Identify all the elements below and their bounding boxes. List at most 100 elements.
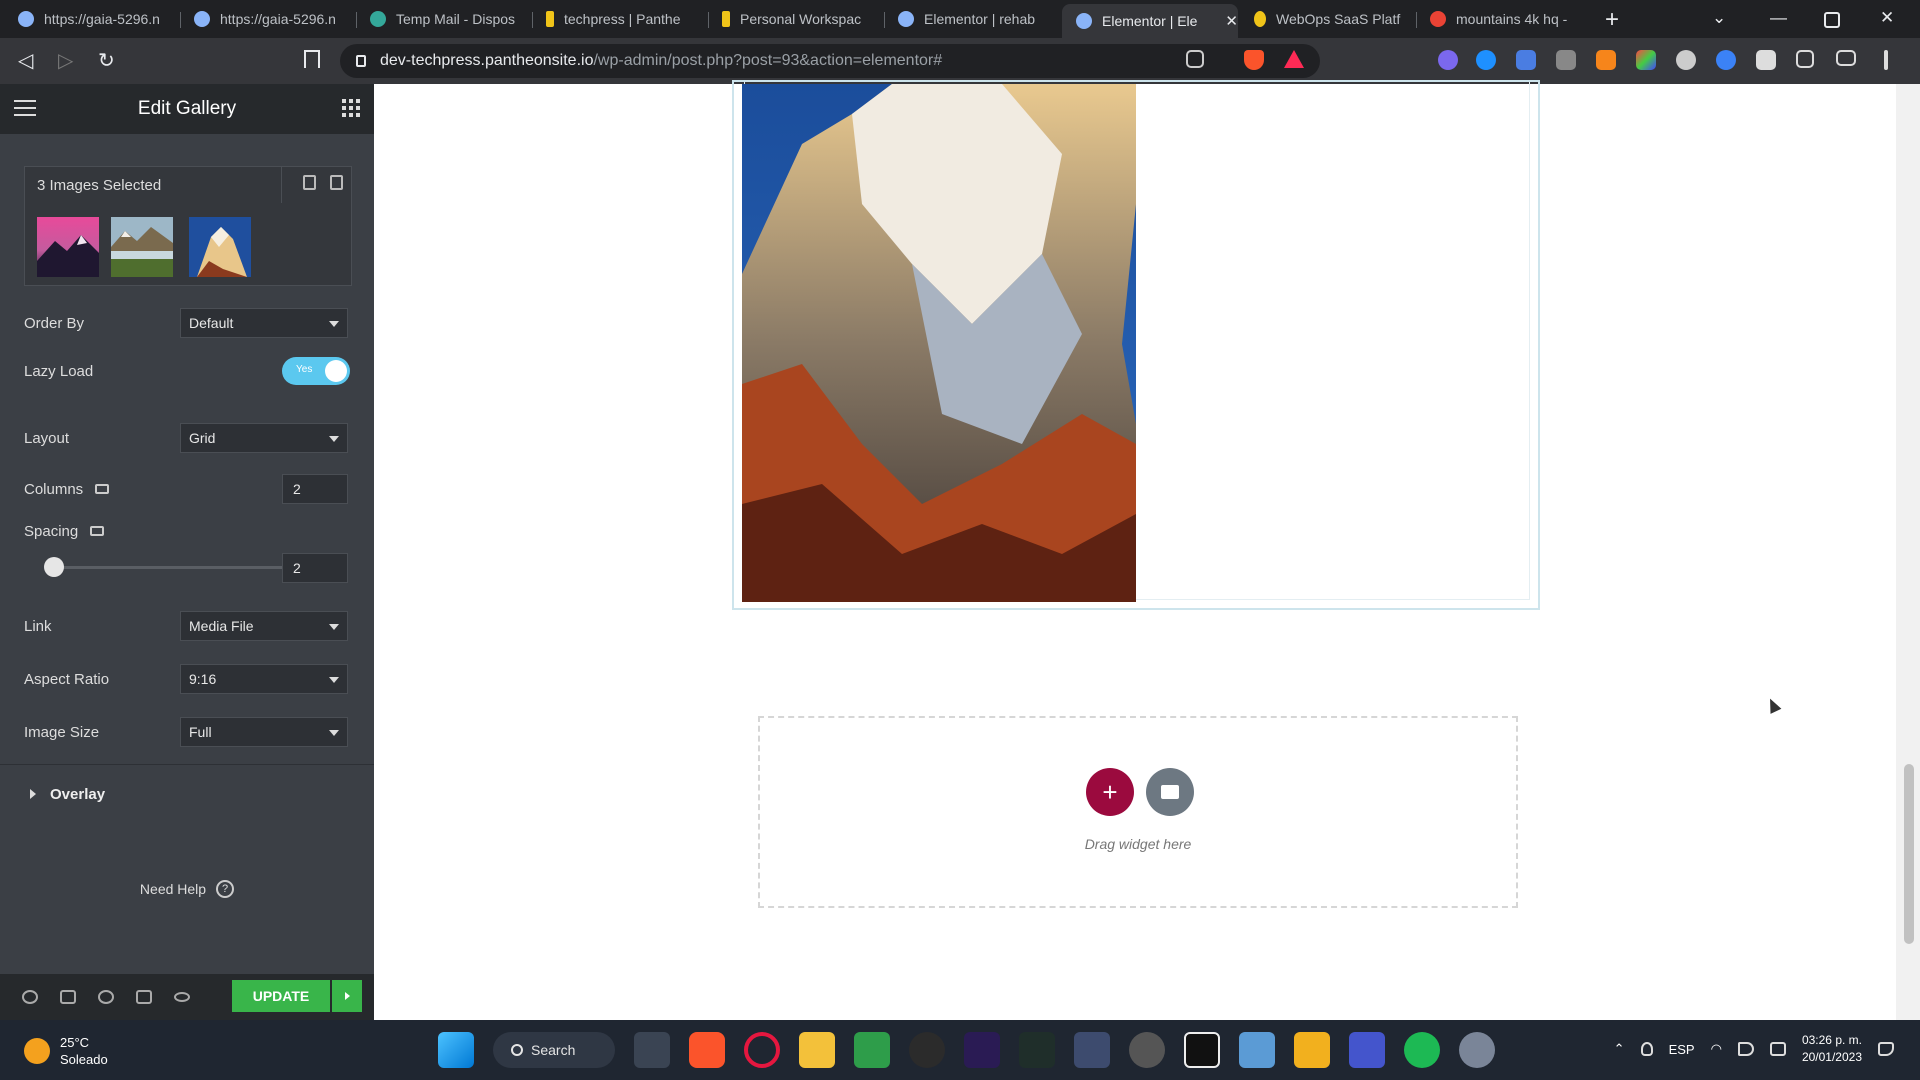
microphone-icon[interactable] bbox=[1640, 1042, 1653, 1056]
forward-icon[interactable]: ▷ bbox=[58, 48, 73, 73]
app-icon[interactable] bbox=[1074, 1032, 1110, 1068]
camtasia-icon[interactable] bbox=[854, 1032, 890, 1068]
back-icon[interactable]: ◁ bbox=[18, 48, 33, 73]
tab-search-chevron-icon[interactable]: ⌄ bbox=[1712, 8, 1726, 28]
new-tab-button[interactable]: + bbox=[1605, 6, 1619, 34]
wallet-icon[interactable] bbox=[1836, 50, 1856, 66]
edit-gallery-icon[interactable] bbox=[303, 175, 316, 190]
extension-icon[interactable] bbox=[1636, 50, 1656, 70]
settings-gear-icon[interactable] bbox=[1459, 1032, 1495, 1068]
close-window-icon[interactable]: ✕ bbox=[1880, 8, 1894, 28]
minimize-icon[interactable]: — bbox=[1770, 8, 1787, 28]
chrome-icon[interactable] bbox=[1129, 1032, 1165, 1068]
empty-section-dropzone[interactable] bbox=[758, 716, 1518, 908]
app-icon[interactable] bbox=[909, 1032, 945, 1068]
history-icon[interactable] bbox=[98, 990, 114, 1004]
gallery-selection[interactable]: 3 Images Selected bbox=[24, 166, 352, 286]
extension-icon[interactable] bbox=[1476, 50, 1496, 70]
capcut-icon[interactable] bbox=[1184, 1032, 1220, 1068]
weather-widget[interactable]: 25°C Soleado bbox=[24, 1034, 108, 1068]
navigator-icon[interactable] bbox=[60, 990, 76, 1004]
spacing-input[interactable]: 2 bbox=[282, 553, 348, 583]
settings-icon[interactable] bbox=[22, 990, 38, 1004]
sidebar-toggle-icon[interactable] bbox=[1796, 50, 1814, 68]
delete-gallery-icon[interactable] bbox=[330, 175, 343, 190]
opera-icon[interactable] bbox=[744, 1032, 780, 1068]
metamask-extension-icon[interactable] bbox=[1596, 50, 1616, 70]
spotify-icon[interactable] bbox=[1404, 1032, 1440, 1068]
brave-shields-icon[interactable] bbox=[1244, 50, 1264, 70]
start-button-icon[interactable] bbox=[438, 1032, 474, 1068]
desktop-responsive-icon[interactable] bbox=[95, 484, 110, 494]
update-button[interactable]: UPDATE bbox=[232, 980, 330, 1012]
wifi-icon[interactable]: ◠ bbox=[1711, 1041, 1722, 1057]
aspect-ratio-value: 9:16 bbox=[189, 671, 217, 687]
gallery-thumbnail[interactable] bbox=[37, 217, 99, 277]
gallery-thumbnail[interactable] bbox=[189, 217, 251, 277]
close-tab-icon[interactable]: ✕ bbox=[1225, 12, 1238, 30]
image-size-select[interactable]: Full bbox=[180, 717, 348, 747]
desktop-responsive-icon[interactable] bbox=[90, 526, 105, 536]
widgets-grid-icon[interactable] bbox=[342, 99, 360, 117]
layout-select[interactable]: Grid bbox=[180, 423, 348, 453]
link-select[interactable]: Media File bbox=[180, 611, 348, 641]
bookmark-icon[interactable] bbox=[304, 50, 320, 68]
browser-tab[interactable]: Temp Mail - Dispos bbox=[356, 4, 528, 34]
taskbar-search[interactable]: Search bbox=[493, 1032, 615, 1068]
task-view-icon[interactable] bbox=[634, 1032, 670, 1068]
translate-extension-icon[interactable] bbox=[1516, 50, 1536, 70]
gallery-thumbnail[interactable] bbox=[111, 217, 173, 277]
add-template-button[interactable] bbox=[1146, 768, 1194, 816]
app-icon[interactable] bbox=[1349, 1032, 1385, 1068]
overlay-section[interactable]: Overlay bbox=[0, 764, 374, 823]
extension-icon[interactable] bbox=[1716, 50, 1736, 70]
browser-tab[interactable]: WebOps SaaS Platf bbox=[1240, 4, 1412, 34]
reload-icon[interactable]: ↻ bbox=[98, 48, 115, 73]
notifications-icon[interactable] bbox=[1878, 1042, 1894, 1056]
responsive-mode-icon[interactable] bbox=[136, 990, 152, 1004]
extension-icon[interactable] bbox=[1438, 50, 1458, 70]
address-bar[interactable]: dev-techpress.pantheonsite.io/wp-admin/p… bbox=[340, 44, 1320, 78]
restore-icon[interactable] bbox=[1824, 12, 1840, 28]
browser-tab[interactable]: Elementor | rehab bbox=[884, 4, 1056, 34]
premiere-pro-icon[interactable] bbox=[964, 1032, 1000, 1068]
browser-tab[interactable]: techpress | Panthe bbox=[532, 4, 704, 34]
preview-eye-icon[interactable] bbox=[174, 992, 190, 1002]
show-hidden-icons-chevron-icon[interactable]: ⌃ bbox=[1614, 1041, 1625, 1057]
spacing-slider-track[interactable] bbox=[54, 566, 290, 569]
extension-icon[interactable] bbox=[1556, 50, 1576, 70]
browser-tab[interactable]: https://gaia-5296.n bbox=[4, 4, 176, 34]
lazy-load-toggle[interactable]: Yes bbox=[282, 357, 350, 385]
browser-tab[interactable]: mountains 4k hq - bbox=[1416, 4, 1588, 34]
hamburger-menu-icon[interactable] bbox=[14, 100, 36, 116]
browser-tab-active[interactable]: Elementor | Ele ✕ bbox=[1062, 4, 1238, 38]
store-icon[interactable] bbox=[1294, 1032, 1330, 1068]
battery-icon[interactable] bbox=[1769, 1042, 1786, 1056]
puzzle-extensions-icon[interactable] bbox=[1756, 50, 1776, 70]
brave-rewards-icon[interactable] bbox=[1284, 50, 1304, 68]
terminal-icon[interactable] bbox=[1019, 1032, 1055, 1068]
clock[interactable]: 03:26 p. m. 20/01/2023 bbox=[1802, 1032, 1862, 1066]
browser-menu-icon[interactable] bbox=[1884, 50, 1888, 70]
language-indicator[interactable]: ESP bbox=[1669, 1042, 1695, 1057]
mail-icon[interactable] bbox=[1239, 1032, 1275, 1068]
columns-input[interactable]: 2 bbox=[282, 474, 348, 504]
update-options-button[interactable] bbox=[332, 980, 362, 1012]
browser-tab[interactable]: https://gaia-5296.n bbox=[180, 4, 352, 34]
aspect-ratio-select[interactable]: 9:16 bbox=[180, 664, 348, 694]
need-help-link[interactable]: Need Help ? bbox=[0, 880, 374, 898]
file-explorer-icon[interactable] bbox=[799, 1032, 835, 1068]
browser-tab[interactable]: Personal Workspac bbox=[708, 4, 880, 34]
spacing-slider-handle[interactable] bbox=[44, 557, 64, 577]
volume-icon[interactable] bbox=[1737, 1042, 1754, 1056]
add-section-button[interactable]: + bbox=[1086, 768, 1134, 816]
order-by-select[interactable]: Default bbox=[180, 308, 348, 338]
share-icon[interactable] bbox=[1186, 50, 1204, 68]
tab-title: Elementor | rehab bbox=[924, 11, 1036, 27]
extension-icon[interactable] bbox=[1676, 50, 1696, 70]
canvas-scrollbar[interactable] bbox=[1896, 84, 1920, 1020]
gallery-image-mountain[interactable] bbox=[742, 84, 1136, 602]
scrollbar-thumb[interactable] bbox=[1904, 764, 1914, 944]
image-size-label: Image Size bbox=[24, 723, 100, 741]
brave-browser-icon[interactable] bbox=[689, 1032, 725, 1068]
